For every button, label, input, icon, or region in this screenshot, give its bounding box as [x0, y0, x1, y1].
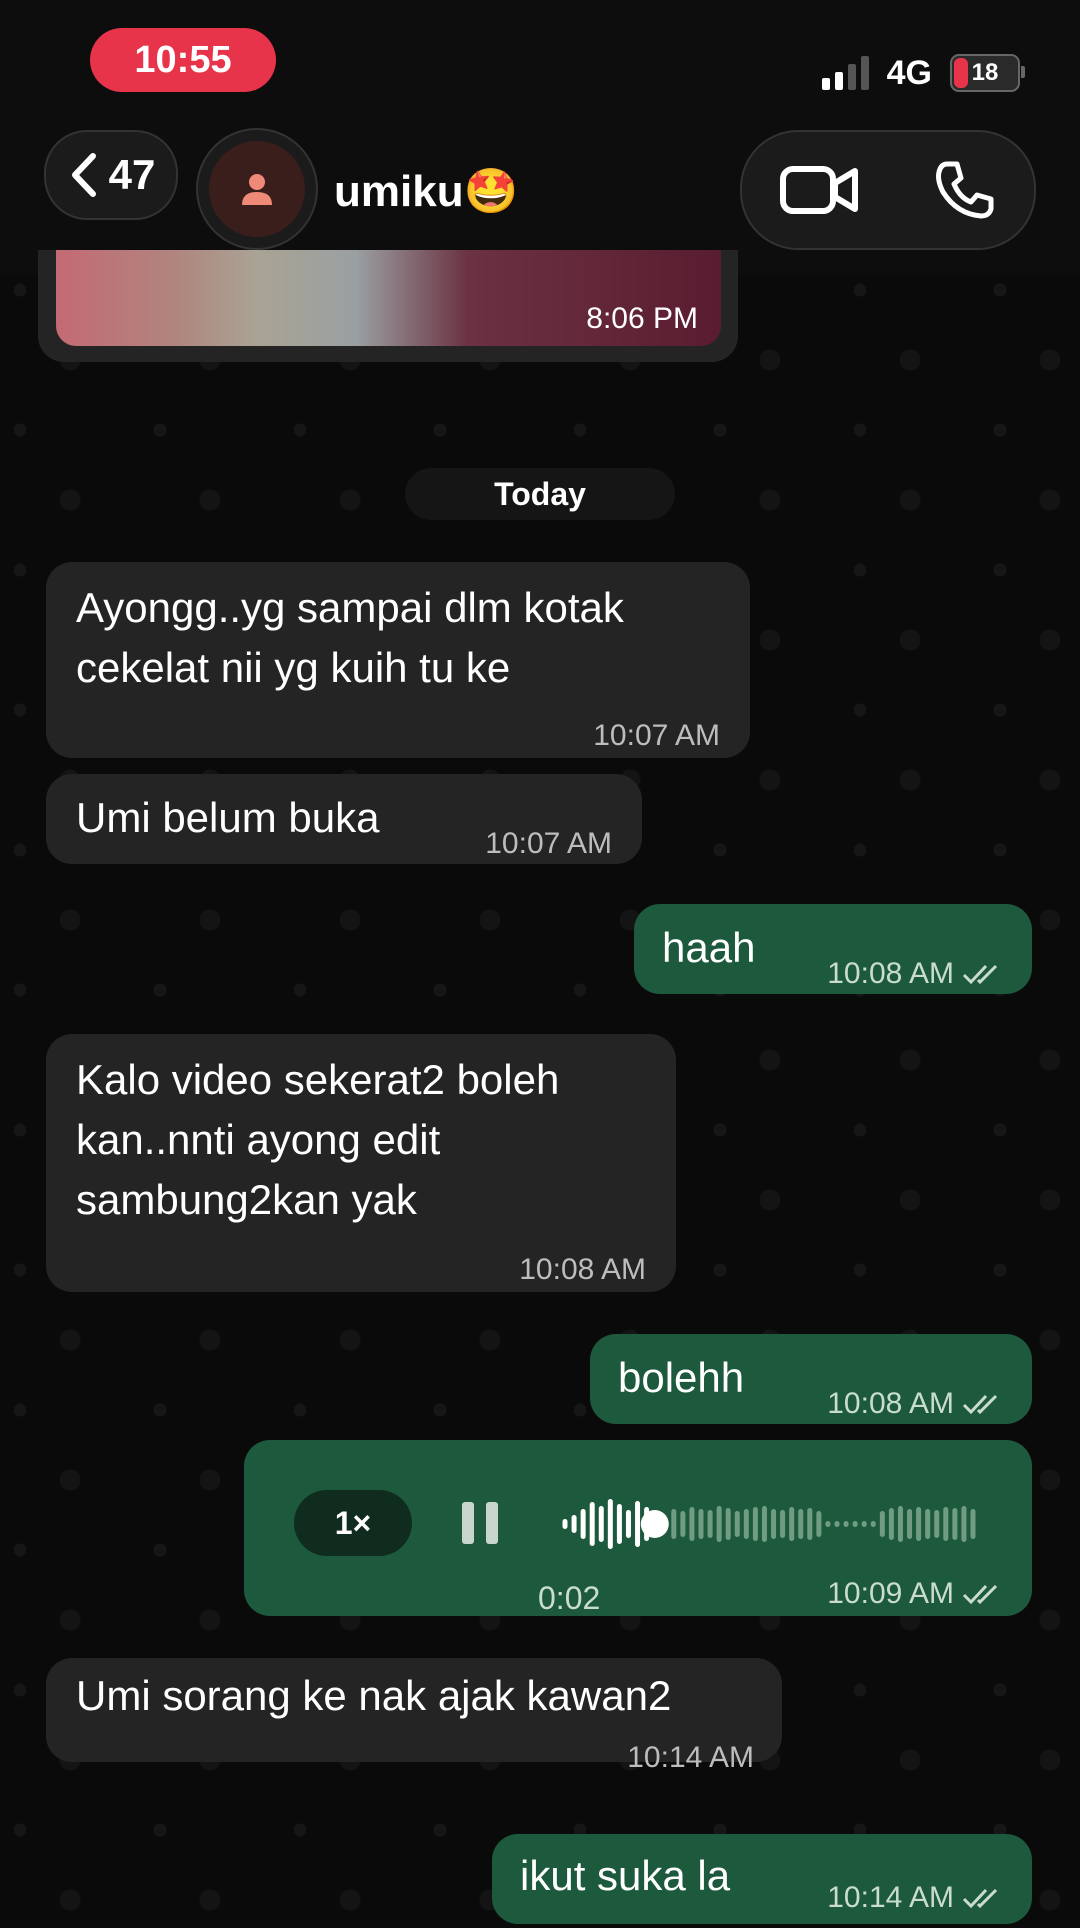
person-icon: [242, 174, 272, 205]
message-line: kan..nnti ayong edit: [76, 1116, 441, 1163]
waveform-bar: [635, 1501, 641, 1547]
double-check-icon: [962, 964, 998, 985]
chat-header: 10:55 4G 18 47 umiku🤩: [0, 0, 1080, 275]
playback-scrubber[interactable]: [640, 1510, 669, 1538]
waveform-bar: [671, 1509, 677, 1539]
message-time: 10:14 AM: [827, 1881, 954, 1914]
waveform-bar: [870, 1521, 876, 1527]
contact-name[interactable]: umiku🤩: [334, 165, 518, 217]
message-outgoing[interactable]: bolehh 10:08 AM: [590, 1334, 1032, 1424]
battery-level: 18: [971, 59, 999, 86]
waveform-bar: [780, 1510, 786, 1538]
waveform-bar: [607, 1499, 613, 1549]
waveform-bar: [743, 1509, 749, 1539]
message-line: haah: [662, 924, 756, 971]
waveform-bar: [689, 1507, 695, 1541]
waveform-bar: [734, 1511, 740, 1537]
message-line: sambung2kan yak: [76, 1176, 417, 1223]
status-indicators: 4G 18: [821, 48, 1025, 98]
waveform-bar: [725, 1508, 731, 1540]
message-time: 8:06 PM: [586, 302, 698, 335]
playback-speed-button[interactable]: 1×: [294, 1490, 412, 1556]
waveform-bar: [698, 1509, 704, 1539]
message-time: 10:08 AM: [827, 1387, 954, 1420]
waveform-bar: [961, 1506, 967, 1542]
message-line: ikut suka la: [520, 1852, 731, 1899]
waveform-bar: [952, 1508, 958, 1540]
waveform-bar: [816, 1511, 822, 1537]
waveform-bar: [798, 1509, 804, 1539]
image-message[interactable]: 8:06 PM: [38, 250, 738, 362]
waveform-bar: [852, 1521, 858, 1527]
double-check-icon: [962, 1888, 998, 1909]
waveform-bar: [616, 1504, 622, 1544]
waveform-bar: [843, 1521, 849, 1527]
double-check-icon: [962, 1394, 998, 1415]
waveform-bar: [825, 1521, 831, 1527]
call-actions: [740, 130, 1036, 250]
back-button[interactable]: 47: [44, 130, 178, 220]
message-outgoing[interactable]: haah 10:08 AM: [634, 904, 1032, 994]
waveform-bar: [807, 1508, 813, 1540]
date-divider: Today: [405, 468, 675, 520]
message-time: 10:07 AM: [485, 827, 612, 860]
pause-icon[interactable]: [462, 1502, 498, 1544]
signal-icon: [821, 56, 869, 90]
waveform-bar: [771, 1509, 777, 1539]
message-incoming[interactable]: Umi sorang ke nak ajak kawan2 10:14 AM: [46, 1658, 782, 1774]
message-outgoing[interactable]: ikut suka la 10:14 AM: [492, 1834, 1032, 1924]
waveform-bar: [707, 1510, 713, 1538]
waveform-bar: [789, 1507, 795, 1541]
waveform-bar: [879, 1511, 885, 1537]
message-line: Umi belum buka: [76, 794, 380, 841]
waveform-bar: [580, 1509, 586, 1539]
message-time: 10:07 AM: [593, 719, 720, 752]
message-time: 10:08 AM: [519, 1253, 646, 1286]
status-time: 10:55: [90, 28, 276, 92]
waveform-bar: [571, 1515, 577, 1533]
waveform-bar: [834, 1521, 840, 1527]
message-line: Ayongg..yg sampai dlm kotak: [76, 584, 624, 631]
waveform-bar: [752, 1507, 758, 1541]
waveform-bar: [761, 1506, 767, 1542]
waveform-bar: [916, 1507, 922, 1541]
message-incoming[interactable]: Kalo video sekerat2 boleh kan..nnti ayon…: [46, 1034, 676, 1292]
message-time: 10:14 AM: [627, 1741, 754, 1774]
waveform-bar: [680, 1511, 686, 1537]
battery-icon: 18: [950, 54, 1025, 92]
waveform-bar: [562, 1519, 568, 1529]
video-call-icon[interactable]: [779, 163, 859, 217]
message-line: Umi sorang ke nak ajak kawan2: [76, 1672, 672, 1719]
waveform-bar: [598, 1506, 604, 1542]
contact-avatar[interactable]: [196, 128, 318, 250]
waveform-bar: [716, 1506, 722, 1542]
waveform-bar: [934, 1510, 940, 1538]
unread-count: 47: [108, 151, 156, 198]
waveform-bar: [907, 1509, 913, 1539]
waveform-bar: [625, 1510, 631, 1538]
waveform-bar: [888, 1508, 894, 1540]
network-type: 4G: [886, 53, 932, 92]
message-line: Kalo video sekerat2 boleh: [76, 1056, 560, 1103]
voice-duration: 0:02: [538, 1580, 601, 1616]
waveform-bar: [861, 1521, 867, 1527]
audio-waveform[interactable]: [559, 1484, 979, 1564]
waveform-bar: [897, 1506, 903, 1542]
waveform-bar: [925, 1509, 931, 1539]
chevron-left-icon: [71, 153, 96, 197]
voice-message[interactable]: 1× 0:02 10:09 AM: [244, 1440, 1032, 1616]
message-incoming[interactable]: Ayongg..yg sampai dlm kotak cekelat nii …: [46, 562, 750, 758]
waveform-bar: [589, 1502, 595, 1546]
message-line: bolehh: [618, 1354, 745, 1401]
message-time: 10:08 AM: [827, 957, 954, 990]
message-incoming[interactable]: Umi belum buka 10:07 AM: [46, 774, 642, 864]
message-line: cekelat nii yg kuih tu ke: [76, 644, 511, 691]
waveform-bar: [970, 1509, 976, 1539]
double-check-icon: [962, 1584, 998, 1605]
phone-call-icon[interactable]: [933, 158, 997, 222]
message-time: 10:09 AM: [827, 1577, 954, 1610]
waveform-bar: [943, 1507, 949, 1541]
